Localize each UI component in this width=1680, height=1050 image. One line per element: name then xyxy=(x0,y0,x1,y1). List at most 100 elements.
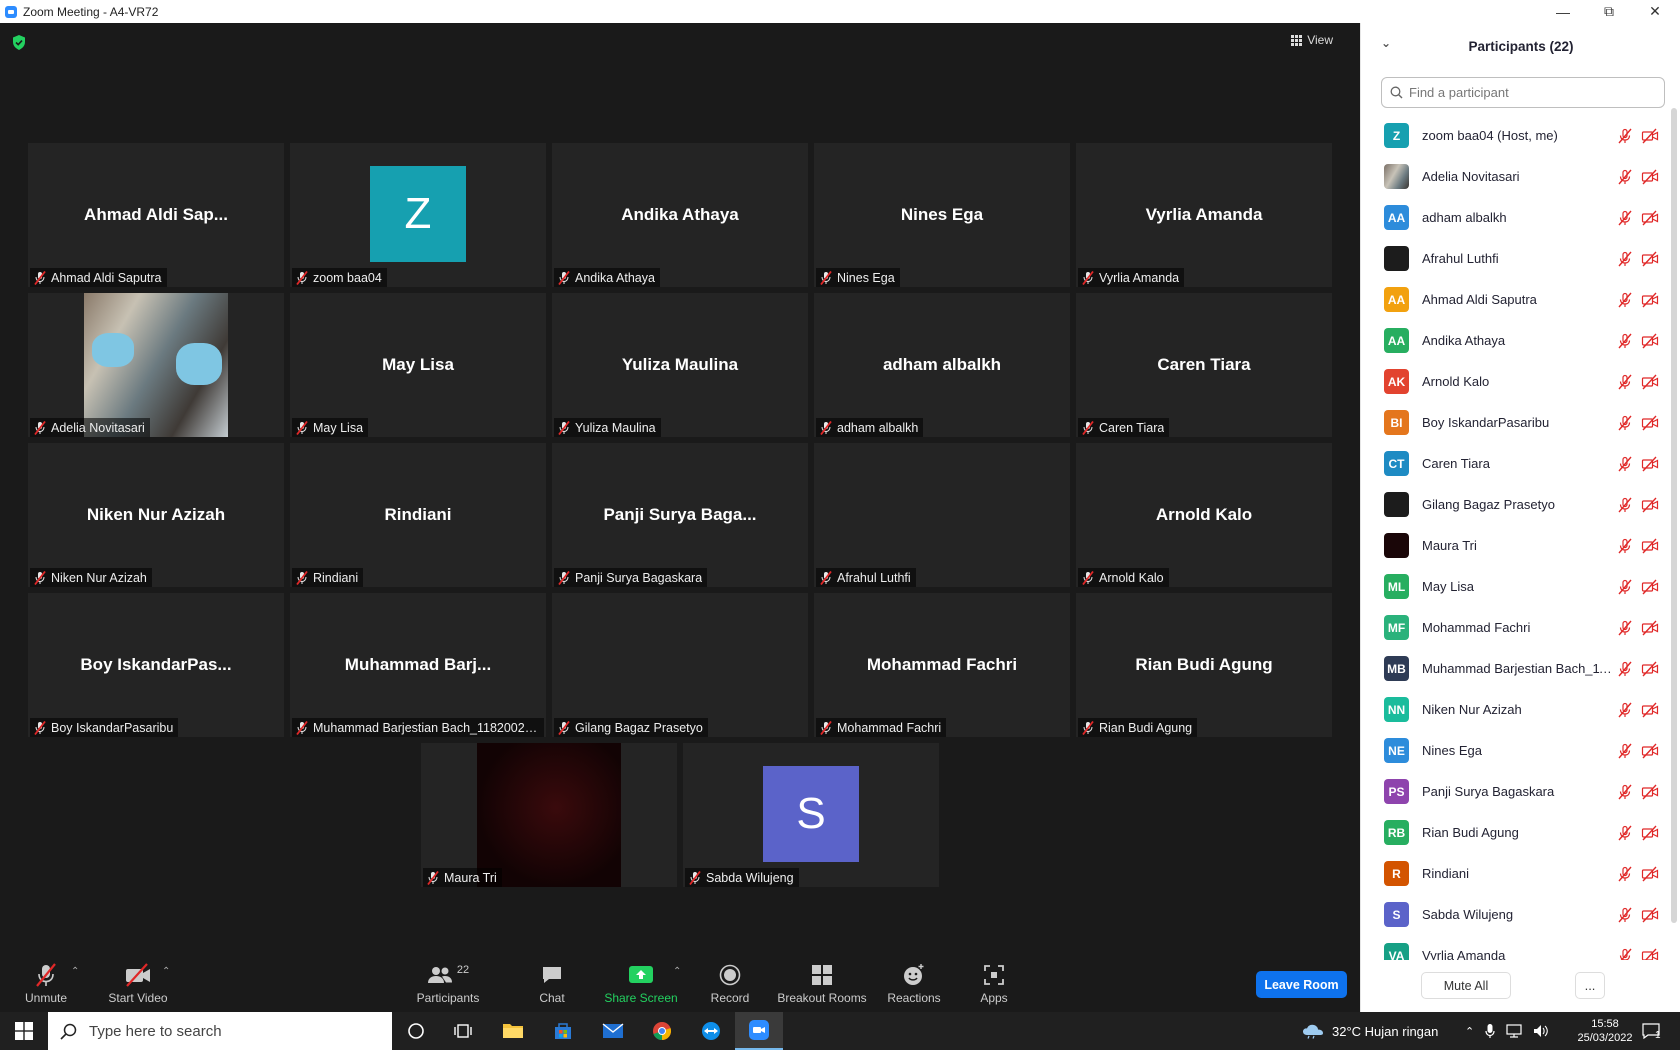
video-tile[interactable]: Panji Surya Baga... Panji Surya Bagaskara xyxy=(552,443,808,587)
participant-row[interactable]: AA Andika Athaya xyxy=(1361,320,1673,361)
participant-mic-muted-icon[interactable] xyxy=(1617,743,1633,759)
restore-button[interactable]: ⧉ xyxy=(1586,0,1632,23)
weather-widget[interactable]: 32°C Hujan ringan xyxy=(1302,1012,1438,1050)
view-button[interactable]: View xyxy=(1291,33,1333,47)
participant-mic-muted-icon[interactable] xyxy=(1617,825,1633,841)
taskbar-search[interactable] xyxy=(48,1012,392,1050)
participant-row[interactable]: Maura Tri xyxy=(1361,525,1673,566)
video-tile[interactable]: Mohammad Fachri Mohammad Fachri xyxy=(814,593,1070,737)
participant-video-off-icon[interactable] xyxy=(1641,866,1659,882)
participant-mic-muted-icon[interactable] xyxy=(1617,948,1633,960)
participant-row[interactable]: VA Vyrlia Amanda xyxy=(1361,935,1673,960)
participant-mic-muted-icon[interactable] xyxy=(1617,661,1633,677)
participant-video-off-icon[interactable] xyxy=(1641,538,1659,554)
video-tile[interactable]: Maura Tri xyxy=(421,743,677,887)
participant-video-off-icon[interactable] xyxy=(1641,579,1659,595)
participant-row[interactable]: AK Arnold Kalo xyxy=(1361,361,1673,402)
more-options-button[interactable]: ... xyxy=(1575,972,1605,999)
participant-search[interactable] xyxy=(1381,77,1665,108)
video-tile[interactable]: Gilang Bagaz Prasetyo xyxy=(552,593,808,737)
network-icon[interactable] xyxy=(1506,1024,1522,1038)
reactions-button[interactable]: Reactions xyxy=(887,962,941,1005)
chat-button[interactable]: Chat xyxy=(539,962,565,1005)
apps-button[interactable]: Apps xyxy=(980,962,1008,1005)
participant-video-off-icon[interactable] xyxy=(1641,661,1659,677)
chrome-button[interactable] xyxy=(640,1012,684,1050)
participant-video-off-icon[interactable] xyxy=(1641,456,1659,472)
participant-mic-muted-icon[interactable] xyxy=(1617,579,1633,595)
video-tile[interactable]: Adelia Novitasari xyxy=(28,293,284,437)
video-tile[interactable]: Nines Ega Nines Ega xyxy=(814,143,1070,287)
video-tile[interactable]: Rindiani Rindiani xyxy=(290,443,546,587)
participant-row[interactable]: AA Ahmad Aldi Saputra xyxy=(1361,279,1673,320)
chevron-down-icon[interactable]: ⌄ xyxy=(1381,36,1391,50)
participant-row[interactable]: BI Boy IskandarPasaribu xyxy=(1361,402,1673,443)
microphone-icon[interactable] xyxy=(1485,1023,1495,1039)
participant-mic-muted-icon[interactable] xyxy=(1617,456,1633,472)
participant-row[interactable]: Adelia Novitasari xyxy=(1361,156,1673,197)
minimize-button[interactable]: — xyxy=(1540,0,1586,23)
video-tile[interactable]: Muhammad Barj... Muhammad Barjestian Bach… xyxy=(290,593,546,737)
video-tile[interactable]: S Sabda Wilujeng xyxy=(683,743,939,887)
video-options-caret[interactable]: ⌃ xyxy=(162,966,170,977)
participant-mic-muted-icon[interactable] xyxy=(1617,497,1633,513)
participant-row[interactable]: AA adham albalkh xyxy=(1361,197,1673,238)
video-tile[interactable]: Vyrlia Amanda Vyrlia Amanda xyxy=(1076,143,1332,287)
taskbar-search-input[interactable] xyxy=(89,1022,369,1040)
participant-video-off-icon[interactable] xyxy=(1641,415,1659,431)
participant-video-off-icon[interactable] xyxy=(1641,620,1659,636)
participant-video-off-icon[interactable] xyxy=(1641,497,1659,513)
participant-search-input[interactable] xyxy=(1409,85,1649,100)
participant-video-off-icon[interactable] xyxy=(1641,251,1659,267)
video-tile[interactable]: Ahmad Aldi Sap... Ahmad Aldi Saputra xyxy=(28,143,284,287)
volume-icon[interactable] xyxy=(1533,1024,1549,1038)
record-button[interactable]: Record xyxy=(710,962,750,1005)
participant-video-off-icon[interactable] xyxy=(1641,292,1659,308)
participant-video-off-icon[interactable] xyxy=(1641,825,1659,841)
participant-mic-muted-icon[interactable] xyxy=(1617,333,1633,349)
video-tile[interactable]: Andika Athaya Andika Athaya xyxy=(552,143,808,287)
participant-row[interactable]: Gilang Bagaz Prasetyo xyxy=(1361,484,1673,525)
mute-all-button[interactable]: Mute All xyxy=(1421,972,1511,999)
participant-row[interactable]: Afrahul Luthfi xyxy=(1361,238,1673,279)
participant-mic-muted-icon[interactable] xyxy=(1617,702,1633,718)
video-tile[interactable]: Boy IskandarPas... Boy IskandarPasaribu xyxy=(28,593,284,737)
video-tile[interactable]: adham albalkh adham albalkh xyxy=(814,293,1070,437)
participant-mic-muted-icon[interactable] xyxy=(1617,292,1633,308)
participant-video-off-icon[interactable] xyxy=(1641,374,1659,390)
video-tile[interactable]: Arnold Kalo Arnold Kalo xyxy=(1076,443,1332,587)
microsoft-store-button[interactable] xyxy=(541,1012,585,1050)
video-tile[interactable]: Zzoom baa04 xyxy=(290,143,546,287)
participant-row[interactable]: MB Muhammad Barjestian Bach_11... xyxy=(1361,648,1673,689)
task-view-button[interactable] xyxy=(441,1012,485,1050)
video-tile[interactable]: Rian Budi Agung Rian Budi Agung xyxy=(1076,593,1332,737)
breakout-rooms-button[interactable]: Breakout Rooms xyxy=(777,962,867,1005)
participant-row[interactable]: Zzoom baa04 (Host, me) xyxy=(1361,115,1673,156)
participant-mic-muted-icon[interactable] xyxy=(1617,538,1633,554)
participant-video-off-icon[interactable] xyxy=(1641,702,1659,718)
share-screen-button[interactable]: Share Screen xyxy=(604,962,678,1005)
participant-video-off-icon[interactable] xyxy=(1641,128,1659,144)
cortana-button[interactable] xyxy=(394,1012,438,1050)
participant-row[interactable]: PS Panji Surya Bagaskara xyxy=(1361,771,1673,812)
encryption-shield-icon[interactable] xyxy=(12,35,26,50)
participant-mic-muted-icon[interactable] xyxy=(1617,251,1633,267)
participant-row[interactable]: MF Mohammad Fachri xyxy=(1361,607,1673,648)
participant-video-off-icon[interactable] xyxy=(1641,169,1659,185)
participant-row[interactable]: RB Rian Budi Agung xyxy=(1361,812,1673,853)
notifications-button[interactable]: 1 xyxy=(1642,1012,1661,1050)
participant-video-off-icon[interactable] xyxy=(1641,333,1659,349)
participant-video-off-icon[interactable] xyxy=(1641,784,1659,800)
participant-video-off-icon[interactable] xyxy=(1641,948,1659,960)
mail-button[interactable] xyxy=(591,1012,635,1050)
leave-room-button[interactable]: Leave Room xyxy=(1256,971,1347,998)
participant-mic-muted-icon[interactable] xyxy=(1617,415,1633,431)
clock[interactable]: 15:58 25/03/2022 xyxy=(1577,1012,1632,1050)
teamviewer-button[interactable] xyxy=(689,1012,733,1050)
close-button[interactable]: ✕ xyxy=(1632,0,1678,23)
unmute-button[interactable]: Unmute xyxy=(22,962,70,1005)
participant-video-off-icon[interactable] xyxy=(1641,907,1659,923)
participant-row[interactable]: R Rindiani xyxy=(1361,853,1673,894)
participant-video-off-icon[interactable] xyxy=(1641,743,1659,759)
participant-row[interactable]: NN Niken Nur Azizah xyxy=(1361,689,1673,730)
